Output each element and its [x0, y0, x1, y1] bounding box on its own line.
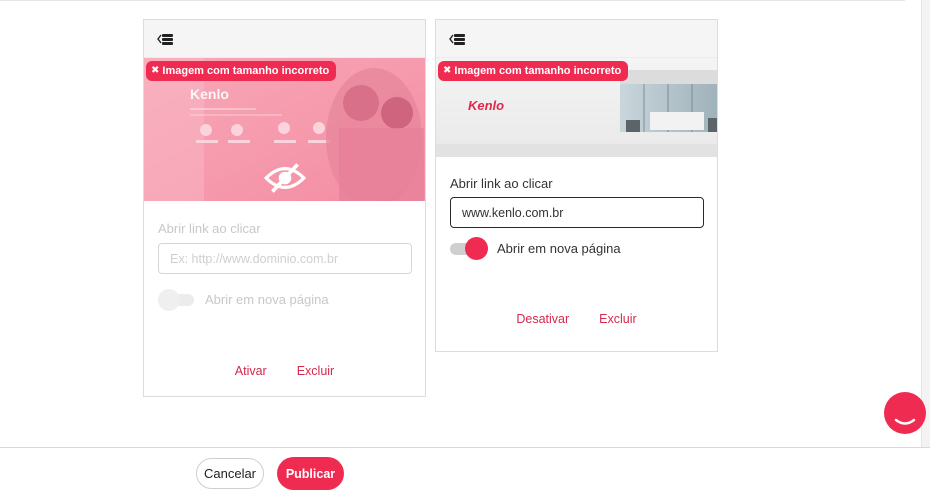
deactivate-link[interactable]: Desativar: [516, 312, 569, 326]
new-page-toggle[interactable]: [450, 237, 488, 260]
card-actions: Ativar Excluir: [158, 364, 411, 378]
delete-link[interactable]: Excluir: [297, 364, 335, 378]
banner-logo: Kenlo: [190, 86, 229, 102]
new-page-label: Abrir em nova página: [497, 240, 621, 256]
card-body: Abrir link ao clicar Abrir em nova págin…: [436, 176, 717, 326]
cancel-button[interactable]: Cancelar: [196, 458, 264, 489]
link-input[interactable]: [158, 243, 412, 274]
link-field-label: Abrir link ao clicar: [450, 176, 553, 191]
footer-divider: [0, 447, 930, 448]
new-page-toggle-row: Abrir em nova página: [450, 237, 703, 260]
delete-link[interactable]: Excluir: [599, 312, 637, 326]
image-size-error-badge: ✖ Imagem com tamanho incorreto: [438, 61, 629, 81]
card-header: [436, 20, 717, 58]
chat-bubble-icon: [894, 418, 916, 425]
link-input[interactable]: [450, 197, 704, 228]
drag-handle-icon[interactable]: [449, 32, 467, 46]
banner-card-1: Kenlo ✖ Imagem com tamanho incorreto Abr…: [143, 19, 426, 397]
page: Kenlo ✖ Imagem com tamanho incorreto Abr…: [0, 0, 930, 493]
link-field-label: Abrir link ao clicar: [158, 221, 261, 236]
new-page-label: Abrir em nova página: [205, 291, 329, 307]
error-badge-text: Imagem com tamanho incorreto: [454, 65, 622, 77]
close-icon: ✖: [443, 65, 452, 76]
image-size-error-badge: ✖ Imagem com tamanho incorreto: [146, 61, 337, 81]
chat-launcher-button[interactable]: [884, 392, 926, 434]
banner-card-2: Kenlo ✖ Imagem com tamanho incorreto Abr…: [435, 19, 718, 352]
close-icon: ✖: [151, 65, 160, 76]
new-page-toggle[interactable]: [158, 289, 194, 311]
card-actions: Desativar Excluir: [450, 312, 703, 326]
toggle-knob: [158, 289, 180, 311]
activate-link[interactable]: Ativar: [235, 364, 267, 378]
error-badge-text: Imagem com tamanho incorreto: [162, 65, 330, 77]
drag-handle-icon[interactable]: [157, 32, 175, 46]
card-body: Abrir link ao clicar Abrir em nova págin…: [144, 221, 425, 378]
banner-logo: Kenlo: [468, 98, 505, 113]
card-header: [144, 20, 425, 58]
publish-button[interactable]: Publicar: [277, 457, 344, 490]
banner-image: Kenlo ✖ Imagem com tamanho incorreto: [144, 58, 425, 201]
top-divider: [0, 0, 905, 1]
scrollbar-track[interactable]: [921, 0, 930, 447]
banner-image: Kenlo ✖ Imagem com tamanho incorreto: [436, 58, 717, 157]
eye-off-icon: [264, 163, 306, 193]
toggle-knob: [465, 237, 488, 260]
new-page-toggle-row: Abrir em nova página: [158, 289, 411, 311]
